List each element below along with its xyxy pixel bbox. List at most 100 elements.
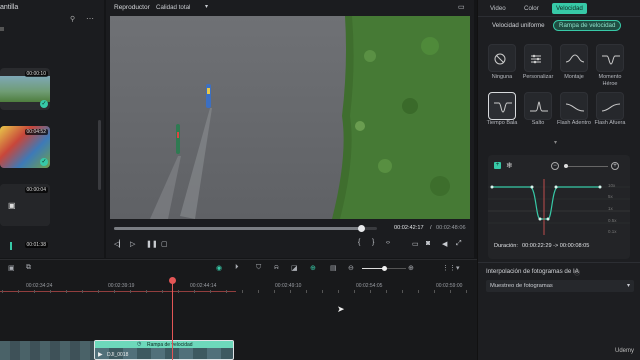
axis-label: 5x [608, 194, 613, 199]
ruler-tick [66, 290, 67, 293]
media-clip[interactable]: 00:04:52 ✓ [0, 126, 50, 168]
montage-icon [565, 52, 585, 68]
panel-title: antilla [0, 4, 19, 11]
speed-preset-montage[interactable] [560, 44, 588, 72]
ruler-tick [450, 290, 451, 293]
track-icon[interactable]: ⧉ [26, 264, 31, 272]
quality-select[interactable]: Calidad total ▾ [152, 2, 208, 13]
interpolation-value: Muestreo de fotogramas [490, 283, 553, 289]
play-circle-icon[interactable]: ⏵ [235, 264, 239, 272]
split-icon[interactable]: ▤ [330, 264, 337, 272]
flash-out-icon [601, 100, 621, 116]
audio-level-icon [10, 242, 12, 250]
zoom-slider[interactable] [564, 164, 608, 168]
info-icon[interactable]: ⓘ [574, 268, 580, 277]
player-tab[interactable]: Reproductor [114, 4, 150, 11]
mark-out-icon[interactable]: } [372, 239, 374, 246]
scrollbar[interactable] [98, 120, 101, 190]
clip-thumbnail [0, 76, 50, 102]
zoom-out-icon[interactable]: − [551, 162, 559, 170]
chevron-down-icon[interactable]: ▾ [554, 139, 557, 146]
chevron-down-icon[interactable]: ▾ [456, 264, 460, 272]
volume-icon[interactable]: ◀ [442, 240, 447, 248]
ruler-tick-label: 00:02:44:14 [190, 283, 217, 289]
work-area-bar[interactable] [0, 291, 236, 292]
mouse-cursor-icon: ➤ [337, 304, 345, 314]
axis-label: 1x [608, 206, 613, 211]
shield-icon[interactable]: ⛉ [256, 264, 261, 272]
bullet-time-icon [493, 100, 513, 116]
step-forward-icon[interactable]: ▷ [130, 240, 135, 248]
layout-icon[interactable]: ▣ [8, 264, 15, 272]
subtab-ramp[interactable]: Rampa de velocidad [553, 20, 622, 31]
mic-icon[interactable]: ⍾ [274, 264, 279, 272]
zoom-in-icon[interactable]: + [611, 162, 619, 170]
timeline-clip-selected[interactable]: ◷ Rampa de velocidad ▶ DJI_0018 [94, 340, 234, 360]
speed-preset-hero-moment[interactable] [596, 44, 624, 72]
ruler-tick-label: 00:02:59:00 [436, 283, 463, 289]
record-icon[interactable]: ◉ [216, 264, 222, 272]
hero-moment-icon [601, 52, 621, 68]
duration-value: 00:00:22:29 -> 00:00:08:05 [522, 243, 590, 249]
speed-preset-flash-in[interactable] [560, 92, 588, 120]
clip-icon[interactable]: ◪ [291, 264, 298, 272]
ruler-tick [98, 290, 99, 293]
snap-icon[interactable]: ⊕ [310, 264, 316, 272]
ruler-tick-label: 00:02:34:24 [26, 283, 53, 289]
player-panel: Reproductor Calidad total ▾ ▭ 00:02:42:1… [106, 0, 474, 258]
speed-preset-customize[interactable] [524, 44, 552, 72]
freeze-icon[interactable]: ❄ [506, 161, 513, 170]
camera-icon[interactable]: ◙ [426, 240, 430, 247]
code-icon[interactable]: ‹› [386, 240, 390, 246]
speed-preset-none[interactable] [488, 44, 516, 72]
ruler-tick [322, 290, 323, 293]
tab-speed[interactable]: Velocidad [552, 3, 587, 14]
media-clip[interactable]: 00:00:10 ✓ [0, 68, 50, 110]
snapshot-icon[interactable]: ▭ [458, 3, 465, 11]
speed-preset-flash-out[interactable] [596, 92, 624, 120]
speed-preset-label: Flash Afuera [594, 120, 626, 126]
speed-preset-bullet-time[interactable] [488, 92, 516, 120]
zoom-out-icon[interactable]: ⊖ [348, 264, 354, 272]
playhead-knob[interactable] [358, 225, 366, 232]
playhead-handle[interactable] [169, 277, 176, 284]
monitor-icon[interactable]: ▭ [412, 240, 419, 248]
timeline-playhead[interactable] [172, 279, 173, 360]
speed-curve-editor[interactable]: + ❄ − + 10x 5x 1x 0.5x 0.1x Duración: 00… [488, 155, 630, 259]
filter-icon[interactable]: ⚲ [70, 15, 75, 23]
zoom-in-icon[interactable]: ⊕ [408, 264, 414, 272]
divider [0, 27, 4, 31]
tab-video[interactable]: Video [486, 3, 510, 14]
ruler-tick [114, 290, 115, 293]
playback-progress-fill [114, 227, 362, 230]
ruler-tick [130, 290, 131, 293]
media-clip[interactable]: 00:01:38 [0, 240, 50, 254]
timeline-zoom-fill [362, 268, 384, 269]
timeline-zoom-knob[interactable] [382, 266, 387, 271]
step-back-icon[interactable]: ◁▏ [114, 240, 125, 248]
chevron-down-icon: ▾ [626, 283, 630, 289]
ruler-tick [402, 290, 403, 293]
zoom-slider-knob[interactable] [564, 164, 568, 168]
pause-icon[interactable]: ❚❚ [146, 240, 158, 248]
flash-in-icon [565, 100, 585, 116]
tab-color[interactable]: Color [520, 3, 543, 14]
mark-in-icon[interactable]: { [358, 239, 360, 246]
subtab-uniform[interactable]: Velocidad uniforme [492, 22, 545, 29]
clip-name: DJI_0018 [107, 352, 129, 358]
add-point-icon[interactable]: + [494, 162, 501, 169]
fullscreen-icon[interactable]: ⤢ [456, 240, 462, 248]
curve-axis-labels: 10x 5x 1x 0.5x 0.1x [608, 183, 626, 235]
ruler-tick [210, 290, 211, 293]
ruler-tick [306, 290, 307, 293]
stop-icon[interactable]: ▢ [161, 240, 168, 248]
axis-label: 0.1x [608, 229, 617, 234]
speed-preset-jump[interactable] [524, 92, 552, 120]
interpolation-select[interactable]: Muestreo de fotogramas ▾ [486, 280, 634, 292]
timeline-zoom-slider[interactable] [362, 266, 406, 271]
media-clip[interactable]: ▣ 00:00:04 [0, 184, 50, 226]
playback-progress-track[interactable] [114, 225, 377, 232]
more-icon[interactable]: ⋯ [86, 14, 94, 23]
grid-icon[interactable]: ⋮⋮ [442, 264, 456, 272]
timeline-clip[interactable] [0, 341, 94, 360]
